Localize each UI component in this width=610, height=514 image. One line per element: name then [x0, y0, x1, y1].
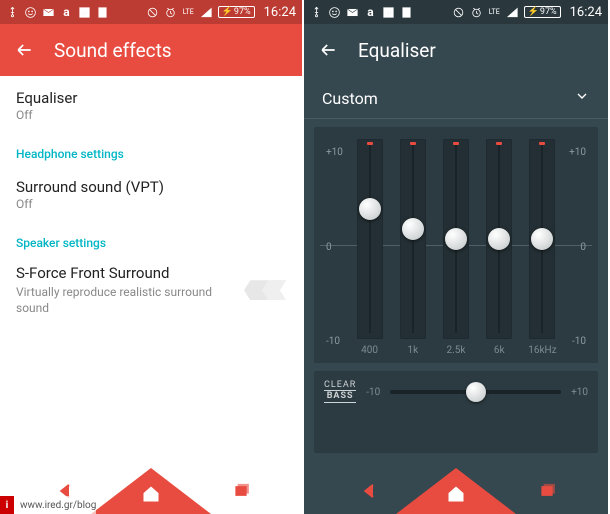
chevron-down-icon	[574, 88, 590, 108]
lte-icon: LTE	[182, 6, 195, 19]
watermark: i www.ired.gr/blog	[0, 496, 96, 514]
scale-top: +10	[564, 147, 586, 158]
signal-icon	[506, 6, 519, 19]
sforce-toggle[interactable]	[244, 280, 286, 300]
bass-min: -10	[366, 387, 380, 398]
nav-back-icon[interactable]	[359, 482, 381, 504]
bass-slider[interactable]	[390, 390, 561, 394]
eq-band-label: 6k	[494, 345, 505, 356]
alarm-icon	[164, 6, 177, 19]
nav-recent-icon[interactable]	[536, 482, 558, 504]
app-bar: Sound effects	[0, 24, 302, 76]
sforce-item[interactable]: S-Force Front Surround Virtually reprodu…	[0, 254, 302, 328]
equaliser-panel: +10 0 -10 400 1k 2.5k 6k 16kHz +10 0 -10	[314, 127, 598, 363]
eq-slider-knob[interactable]	[488, 228, 510, 250]
bass-max: +10	[571, 387, 588, 398]
equaliser-screen: a g+ LTE ⚡97% 16:24 Equaliser Custom	[304, 0, 608, 514]
svg-text:g+: g+	[81, 8, 89, 16]
eq-band-400: 400	[348, 139, 391, 356]
gplus-icon: g+	[78, 6, 91, 19]
mail-icon	[346, 6, 359, 19]
preset-label: Custom	[322, 89, 378, 108]
page-title: Sound effects	[54, 39, 172, 62]
settings-list: Equaliser Off Headphone settings Surroun…	[0, 76, 302, 328]
eq-slider[interactable]	[529, 139, 555, 339]
equaliser-label: Equaliser	[16, 89, 286, 107]
smile-icon	[24, 6, 37, 19]
lte-icon: LTE	[488, 6, 501, 19]
battery-icon: ⚡97%	[218, 6, 255, 18]
watermark-text: www.ired.gr/blog	[20, 500, 96, 511]
eq-slider[interactable]	[486, 139, 512, 339]
eq-slider[interactable]	[357, 139, 383, 339]
eq-band-label: 1k	[407, 345, 418, 356]
preset-dropdown[interactable]: Custom	[304, 76, 608, 119]
gplus-icon: g+	[382, 6, 395, 19]
app-bar: Equaliser	[304, 24, 608, 76]
scale-mid: 0	[564, 242, 586, 253]
mail-icon	[42, 6, 55, 19]
watermark-icon: i	[0, 496, 14, 514]
surround-vpt-item[interactable]: Surround sound (VPT) Off	[0, 165, 302, 222]
eq-slider[interactable]	[443, 139, 469, 339]
surround-vpt-label: Surround sound (VPT)	[16, 178, 286, 196]
amazon-icon: a	[364, 6, 377, 19]
equaliser-status: Off	[16, 108, 286, 122]
status-bar: a g+ LTE ⚡97% 16:24	[304, 0, 608, 24]
clearbass-label: CLEAR BASS	[324, 381, 356, 403]
bass-slider-knob[interactable]	[466, 382, 486, 402]
eq-slider-knob[interactable]	[445, 228, 467, 250]
signal-icon	[200, 6, 213, 19]
status-bar: a g+ LTE ⚡97% 16:24	[0, 0, 302, 24]
clock: 16:24	[570, 5, 602, 20]
sheet-icon	[400, 6, 413, 19]
equaliser-item[interactable]: Equaliser Off	[0, 76, 302, 133]
eq-band-2.5k: 2.5k	[434, 139, 477, 356]
scale-left: +10 0 -10	[326, 147, 348, 347]
eq-band-label: 2.5k	[447, 345, 466, 356]
clearbass-panel: CLEAR BASS -10 +10	[314, 371, 598, 453]
nav-recent-icon[interactable]	[230, 482, 252, 504]
eq-band-16kHz: 16kHz	[521, 139, 564, 356]
no-disturb-icon	[452, 6, 465, 19]
eq-slider-knob[interactable]	[531, 228, 553, 250]
amazon-icon: a	[60, 6, 73, 19]
nav-home-icon[interactable]	[445, 484, 467, 508]
back-icon[interactable]	[14, 40, 34, 60]
page-title: Equaliser	[358, 39, 436, 62]
sheet-icon	[96, 6, 109, 19]
smile-icon	[328, 6, 341, 19]
scale-bot: -10	[326, 336, 348, 347]
svg-text:g+: g+	[385, 8, 393, 16]
eq-band-6k: 6k	[478, 139, 521, 356]
headphone-settings-header: Headphone settings	[0, 133, 302, 165]
scale-mid: 0	[326, 242, 348, 253]
eq-band-label: 16kHz	[528, 345, 556, 356]
scale-bot: -10	[564, 336, 586, 347]
sforce-label: S-Force Front Surround	[16, 264, 238, 282]
alarm-icon	[470, 6, 483, 19]
back-icon[interactable]	[318, 40, 338, 60]
nav-home-icon[interactable]	[140, 484, 162, 508]
eq-band-1k: 1k	[391, 139, 434, 356]
eq-slider[interactable]	[400, 139, 426, 339]
no-disturb-icon	[146, 6, 159, 19]
sound-effects-screen: a g+ LTE ⚡97% 16:24 Sound effects Equali…	[0, 0, 304, 514]
scale-top: +10	[326, 147, 348, 158]
scale-right: +10 0 -10	[564, 147, 586, 347]
clock: 16:24	[264, 5, 296, 20]
usb-icon	[6, 6, 19, 19]
battery-icon: ⚡97%	[524, 6, 561, 18]
speaker-settings-header: Speaker settings	[0, 222, 302, 254]
eq-band-label: 400	[361, 345, 378, 356]
surround-vpt-status: Off	[16, 197, 286, 211]
nav-bar	[304, 468, 608, 514]
usb-icon	[310, 6, 323, 19]
eq-slider-knob[interactable]	[359, 198, 381, 220]
sforce-desc: Virtually reproduce realistic surround s…	[16, 284, 238, 316]
eq-slider-knob[interactable]	[402, 218, 424, 240]
